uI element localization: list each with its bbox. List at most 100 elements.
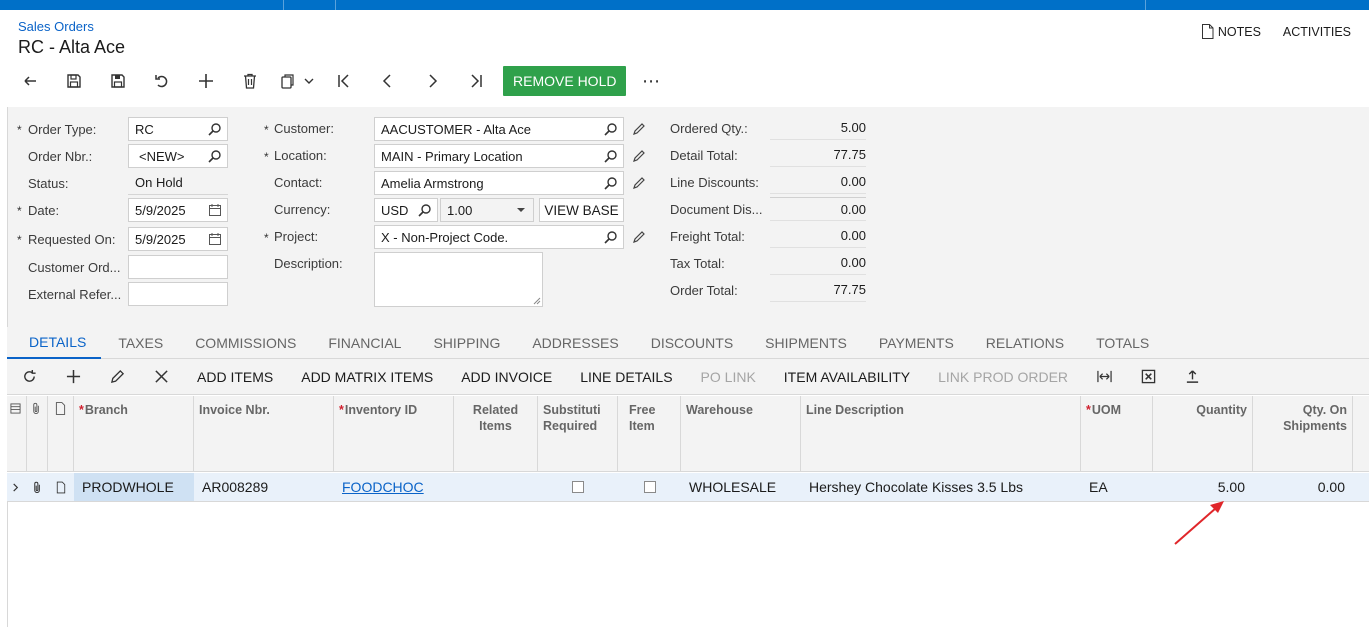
refresh-button[interactable]: [7, 359, 51, 395]
invoice-nbr-cell[interactable]: AR008289: [194, 473, 334, 501]
search-icon[interactable]: [208, 122, 222, 136]
order-nbr-field[interactable]: <NEW>: [128, 144, 228, 168]
currency-field[interactable]: USD: [374, 198, 438, 222]
last-record-button[interactable]: [454, 66, 498, 96]
substitution-required-column-header[interactable]: Substituti Required: [538, 396, 618, 472]
back-button[interactable]: [8, 66, 52, 96]
edit-customer-icon[interactable]: [632, 122, 646, 136]
next-record-button[interactable]: [410, 66, 454, 96]
undo-button[interactable]: [140, 66, 184, 96]
free-item-column-header[interactable]: Free Item: [618, 396, 681, 472]
external-ref-field[interactable]: [128, 282, 228, 306]
row-attachments-button[interactable]: [27, 473, 48, 501]
calendar-icon[interactable]: [208, 232, 222, 246]
line-details-button[interactable]: LINE DETAILS: [566, 359, 686, 395]
add-row-button[interactable]: [51, 359, 95, 395]
tab-commissions[interactable]: COMMISSIONS: [179, 327, 312, 359]
uom-cell[interactable]: EA: [1081, 473, 1153, 501]
add-invoice-button[interactable]: ADD INVOICE: [447, 359, 566, 395]
tab-relations[interactable]: RELATIONS: [970, 327, 1080, 359]
delete-row-button[interactable]: [139, 359, 183, 395]
uom-column-header[interactable]: *UOM: [1081, 396, 1153, 472]
tab-payments[interactable]: PAYMENTS: [863, 327, 970, 359]
item-availability-button[interactable]: ITEM AVAILABILITY: [770, 359, 924, 395]
contact-field[interactable]: Amelia Armstrong: [374, 171, 624, 195]
save-close-button[interactable]: [96, 66, 140, 96]
project-field[interactable]: X - Non-Project Code.: [374, 225, 624, 249]
calendar-icon[interactable]: [208, 203, 222, 217]
substitution-required-cell[interactable]: [538, 473, 618, 501]
tab-addresses[interactable]: ADDRESSES: [516, 327, 634, 359]
copy-paste-button[interactable]: [272, 66, 322, 96]
column-settings-header[interactable]: [7, 396, 27, 472]
add-button[interactable]: [184, 66, 228, 96]
invoice-nbr-column-header[interactable]: Invoice Nbr.: [194, 396, 334, 472]
search-icon[interactable]: [604, 230, 618, 244]
date-field[interactable]: 5/9/2025: [128, 198, 228, 222]
search-icon[interactable]: [604, 176, 618, 190]
inventory-id-cell[interactable]: FOODCHOC: [334, 473, 454, 501]
quantity-column-header[interactable]: Quantity: [1153, 396, 1253, 472]
inventory-id-column-header[interactable]: *Inventory ID: [334, 396, 454, 472]
location-field[interactable]: MAIN - Primary Location: [374, 144, 624, 168]
tab-shipments[interactable]: SHIPMENTS: [749, 327, 863, 359]
previous-record-button[interactable]: [366, 66, 410, 96]
qty-on-shipments-column-header[interactable]: Qty. On Shipments: [1253, 396, 1353, 472]
add-items-button[interactable]: ADD ITEMS: [183, 359, 287, 395]
tab-totals[interactable]: TOTALS: [1080, 327, 1165, 359]
quantity-cell[interactable]: 5.00: [1153, 473, 1253, 501]
free-item-cell[interactable]: [618, 473, 681, 501]
requested-on-field[interactable]: 5/9/2025: [128, 227, 228, 251]
row-notes-button[interactable]: [48, 473, 74, 501]
branch-column-header[interactable]: *Branch: [74, 396, 194, 472]
substitution-header-label: Substituti: [543, 403, 601, 417]
notes-button[interactable]: NOTES: [1201, 24, 1261, 39]
resize-handle-icon[interactable]: [533, 297, 541, 305]
currency-rate-select[interactable]: 1.00: [440, 198, 534, 222]
breadcrumb[interactable]: Sales Orders: [18, 19, 94, 34]
add-matrix-items-button[interactable]: ADD MATRIX ITEMS: [287, 359, 447, 395]
search-icon[interactable]: [208, 149, 222, 163]
branch-cell[interactable]: PRODWHOLE: [74, 473, 194, 501]
tab-taxes[interactable]: TAXES: [101, 327, 179, 359]
export-excel-button[interactable]: [1126, 359, 1170, 395]
dropdown-arrow-icon[interactable]: [514, 203, 528, 217]
fit-columns-button[interactable]: [1082, 359, 1126, 395]
line-discounts-value: 0.00: [770, 170, 866, 194]
tab-discounts[interactable]: DISCOUNTS: [635, 327, 749, 359]
tab-financial[interactable]: FINANCIAL: [312, 327, 417, 359]
free-item-checkbox[interactable]: [643, 481, 656, 493]
search-icon[interactable]: [418, 203, 432, 217]
row-expand-button[interactable]: [7, 473, 27, 501]
edit-row-button[interactable]: [95, 359, 139, 395]
delete-button[interactable]: [228, 66, 272, 96]
edit-location-icon[interactable]: [632, 149, 646, 163]
remove-hold-button[interactable]: REMOVE HOLD: [503, 66, 627, 96]
description-textarea[interactable]: [374, 252, 543, 307]
view-base-button[interactable]: VIEW BASE: [539, 198, 624, 222]
table-row[interactable]: PRODWHOLE AR008289 FOODCHOC WHOLESALE He…: [7, 473, 1369, 502]
customer-field[interactable]: AACUSTOMER - Alta Ace: [374, 117, 624, 141]
warehouse-cell[interactable]: WHOLESALE: [681, 473, 801, 501]
warehouse-column-header[interactable]: Warehouse: [681, 396, 801, 472]
edit-project-icon[interactable]: [632, 230, 646, 244]
tab-shipping[interactable]: SHIPPING: [417, 327, 516, 359]
save-button[interactable]: [52, 66, 96, 96]
line-description-cell[interactable]: Hershey Chocolate Kisses 3.5 Lbs: [801, 473, 1081, 501]
tab-details[interactable]: DETAILS: [7, 327, 102, 359]
upload-button[interactable]: [1170, 359, 1214, 395]
customer-ord-field[interactable]: [128, 255, 228, 279]
more-actions-button[interactable]: ⋯: [626, 66, 676, 96]
inventory-id-link[interactable]: FOODCHOC: [342, 479, 424, 495]
po-link-button[interactable]: PO LINK: [687, 359, 770, 395]
related-items-column-header[interactable]: Related Items: [454, 396, 538, 472]
search-icon[interactable]: [604, 122, 618, 136]
link-prod-order-button[interactable]: LINK PROD ORDER: [924, 359, 1082, 395]
search-icon[interactable]: [604, 149, 618, 163]
line-description-column-header[interactable]: Line Description: [801, 396, 1081, 472]
activities-button[interactable]: ACTIVITIES: [1283, 24, 1351, 39]
substitution-required-checkbox[interactable]: [572, 481, 584, 493]
first-record-button[interactable]: [322, 66, 366, 96]
edit-contact-icon[interactable]: [632, 176, 646, 190]
order-type-field[interactable]: RC: [128, 117, 228, 141]
